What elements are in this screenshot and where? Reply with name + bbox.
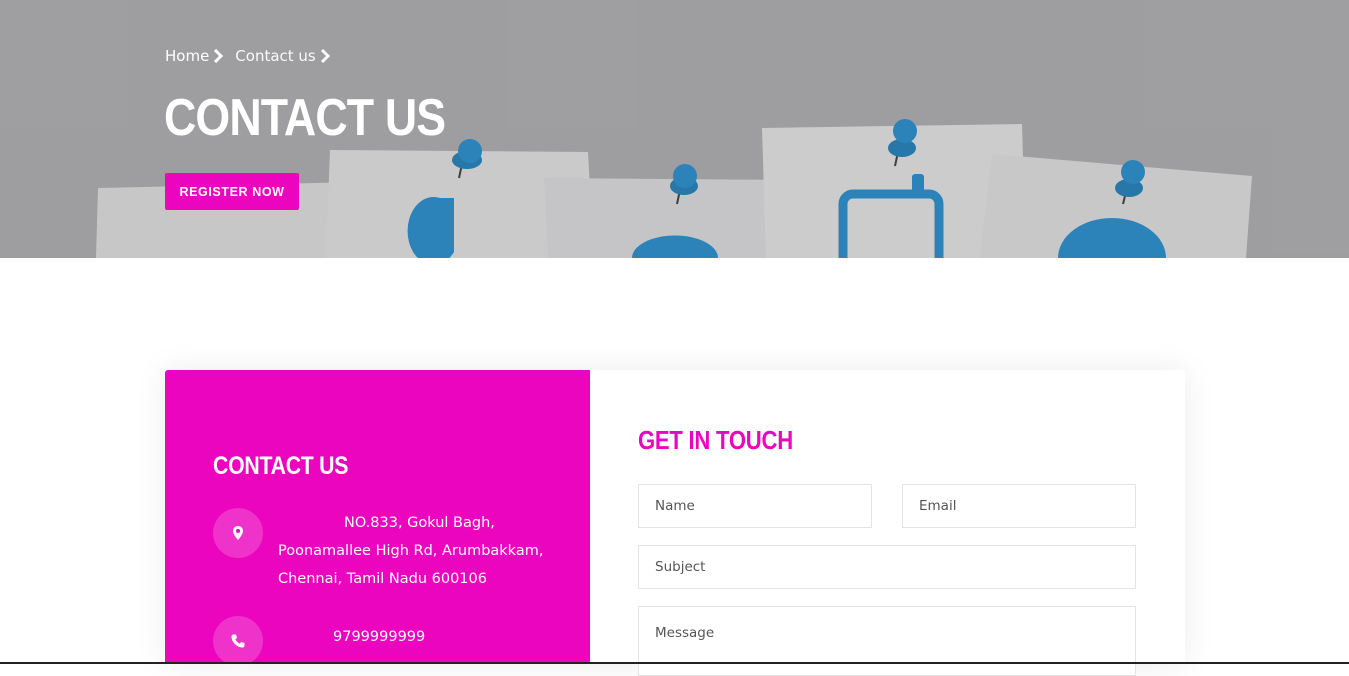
address-line: NO.833, Gokul Bagh, (344, 515, 495, 531)
contact-form-panel: GET IN TOUCH (590, 370, 1185, 676)
breadcrumb-home-link[interactable]: Home (165, 47, 224, 65)
address-line: Poonamallee High Rd, Arumbakkam, (278, 543, 544, 559)
phone-number: 9799999999 (333, 629, 426, 645)
subject-input[interactable] (638, 545, 1136, 589)
breadcrumb: Home Contact us (165, 47, 330, 65)
breadcrumb-contact-label: Contact us (235, 47, 316, 65)
register-now-button[interactable]: REGISTER NOW (165, 173, 299, 210)
email-input[interactable] (902, 484, 1136, 528)
message-textarea[interactable] (638, 606, 1136, 676)
contact-info-title: CONTACT US (213, 452, 349, 480)
breadcrumb-contact-link[interactable]: Contact us (235, 47, 330, 65)
address-line: Chennai, Tamil Nadu 600106 (278, 571, 487, 587)
location-pin-icon (213, 508, 263, 558)
breadcrumb-home-label: Home (165, 47, 210, 65)
phone-icon (213, 616, 263, 666)
page-hero: Home Contact us CONTACT US REGISTER NOW (0, 0, 1349, 258)
contact-info-panel: CONTACT US NO.833, Gokul Bagh, Poonamall… (165, 370, 590, 666)
contact-card: CONTACT US NO.833, Gokul Bagh, Poonamall… (165, 370, 1185, 676)
address-text: NO.833, Gokul Bagh, Poonamallee High Rd,… (278, 509, 548, 593)
page-title: CONTACT US (164, 89, 446, 147)
name-input[interactable] (638, 484, 872, 528)
chevron-right-icon (214, 49, 224, 63)
form-title: GET IN TOUCH (638, 425, 793, 455)
chevron-right-icon (320, 49, 330, 63)
